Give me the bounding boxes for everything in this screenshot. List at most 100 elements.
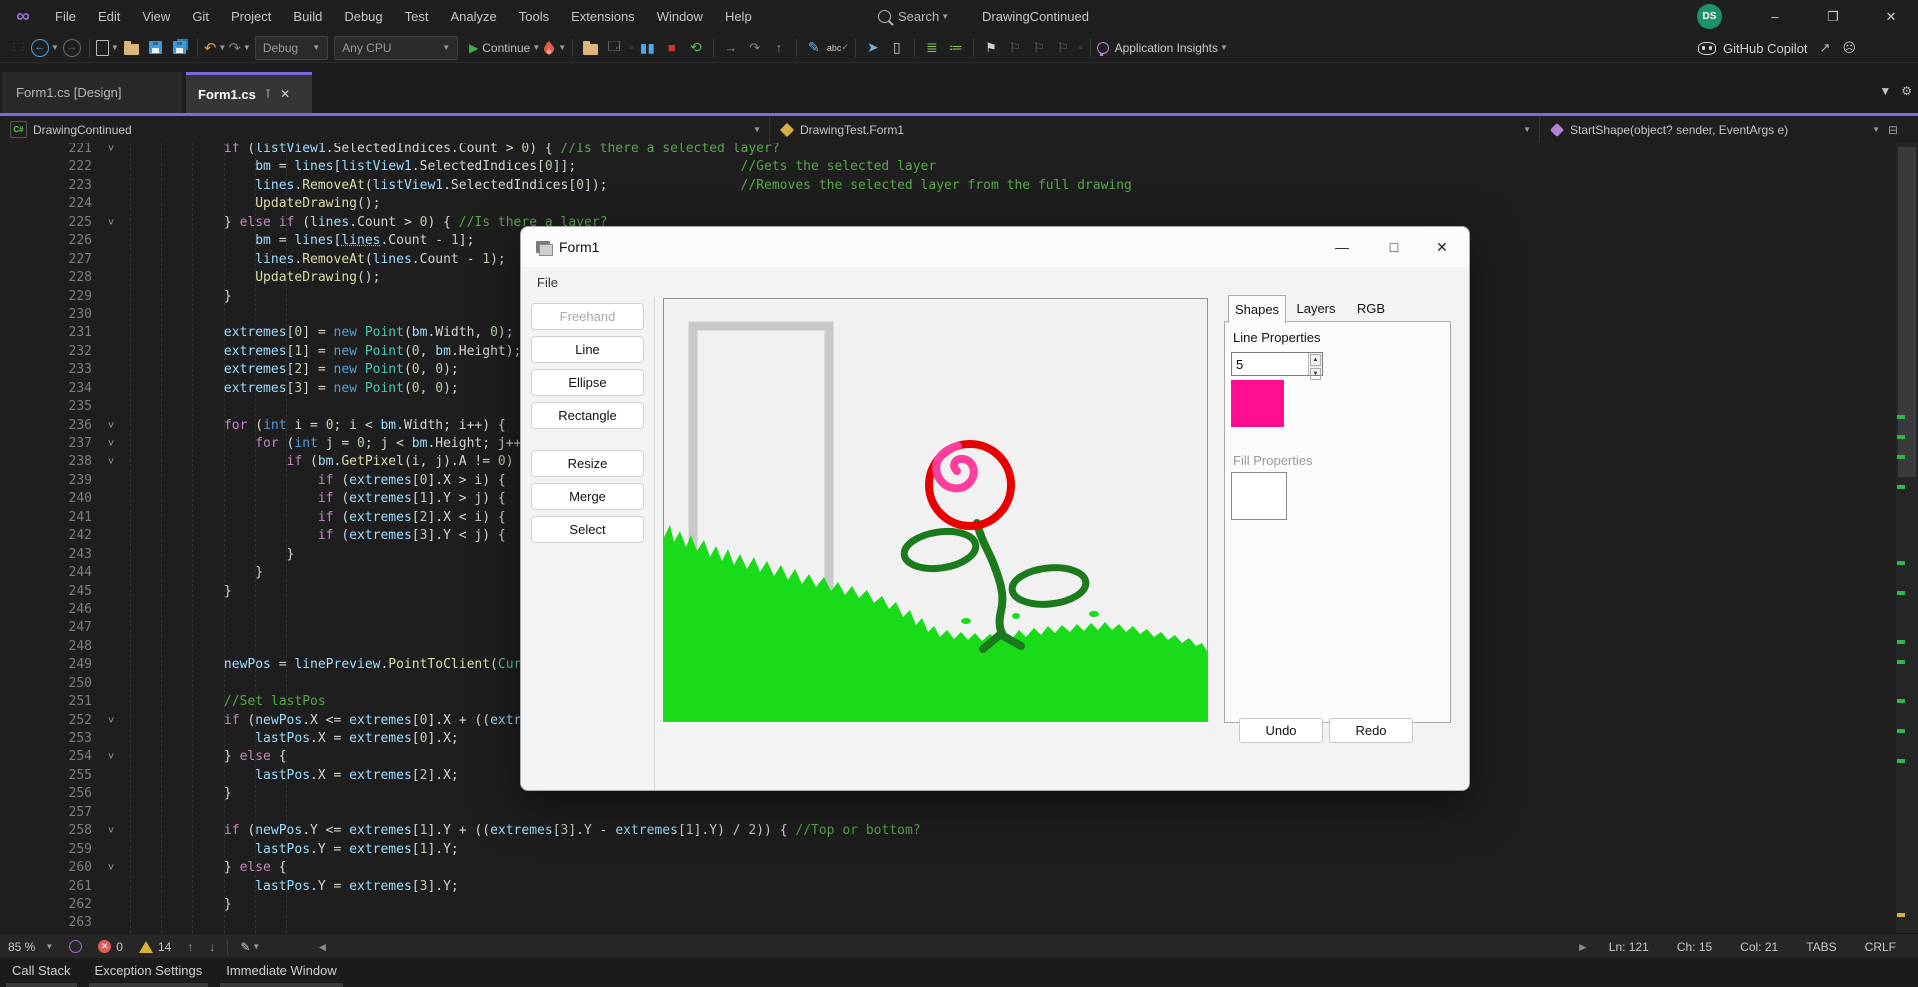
undo-button[interactable]: ↶▼ bbox=[204, 36, 227, 60]
application-insights-dropdown[interactable]: Application Insights▼ bbox=[1097, 36, 1228, 60]
undo-button-form[interactable]: Undo bbox=[1239, 718, 1323, 743]
bottom-tab-exception-settings[interactable]: Exception Settings bbox=[83, 963, 215, 978]
pause-button[interactable]: ▮▮ bbox=[637, 36, 659, 60]
prev-bookmark-icon[interactable]: ⚐ bbox=[1004, 36, 1026, 60]
restore-button[interactable]: ❐ bbox=[1811, 0, 1855, 33]
panel-tab-rgb[interactable]: RGB bbox=[1348, 295, 1394, 322]
fold-chevron-icon[interactable]: ˅ bbox=[92, 143, 130, 158]
code-line[interactable]: 262 } bbox=[0, 896, 1896, 914]
close-tab-icon[interactable]: ✕ bbox=[280, 87, 290, 101]
menu-test[interactable]: Test bbox=[394, 9, 440, 24]
menu-help[interactable]: Help bbox=[714, 9, 763, 24]
tabs-indicator[interactable]: TABS bbox=[1792, 934, 1850, 959]
fold-chevron-icon[interactable]: ˅ bbox=[92, 712, 130, 730]
code-line[interactable]: 222 bm = lines[listView1.SelectedIndices… bbox=[0, 158, 1896, 176]
fold-chevron-icon[interactable]: ˅ bbox=[92, 214, 130, 232]
code-line[interactable]: 261 lastPos.Y = extremes[3].Y; bbox=[0, 878, 1896, 896]
save-button[interactable] bbox=[145, 36, 167, 60]
solution-config-dropdown[interactable]: Debug▼ bbox=[255, 36, 328, 60]
open-file-button[interactable] bbox=[121, 36, 143, 60]
fold-chevron-icon[interactable]: ˅ bbox=[92, 453, 130, 471]
step-into-icon[interactable]: → bbox=[720, 36, 742, 60]
merge-tool-button[interactable]: Merge bbox=[531, 483, 644, 510]
close-button[interactable]: ✕ bbox=[1869, 0, 1913, 33]
menu-project[interactable]: Project bbox=[220, 9, 282, 24]
code-line[interactable]: 259 lastPos.Y = extremes[1].Y; bbox=[0, 841, 1896, 859]
editor-scrollbar[interactable] bbox=[1896, 143, 1918, 933]
expand-panel-icon[interactable]: ► bbox=[1577, 940, 1589, 954]
next-bookmark-icon[interactable]: ⚐ bbox=[1028, 36, 1050, 60]
hot-reload-icon[interactable]: ▼ bbox=[542, 36, 566, 60]
bottom-tab-immediate-window[interactable]: Immediate Window bbox=[214, 963, 349, 978]
menu-window[interactable]: Window bbox=[646, 9, 714, 24]
collapse-panel-icon[interactable]: ◄ bbox=[308, 934, 336, 959]
code-line[interactable]: 260˅ } else { bbox=[0, 859, 1896, 877]
tab-form1-cs[interactable]: Form1.cs ⊺ ✕ bbox=[186, 72, 312, 113]
share-icon[interactable]: ↗ bbox=[1820, 40, 1831, 56]
stop-button[interactable]: ■ bbox=[661, 36, 683, 60]
breadcrumb-project[interactable]: C# DrawingContinued▼ bbox=[0, 116, 770, 143]
warning-count[interactable]: 14 bbox=[131, 934, 179, 959]
split-editor-icon[interactable]: ⊟ bbox=[1888, 123, 1898, 137]
code-cleanup-status-icon[interactable]: ✎▼ bbox=[232, 934, 268, 959]
breadcrumb-member[interactable]: StartShape(object? sender, EventArgs e)▼ bbox=[1540, 116, 1888, 143]
menu-view[interactable]: View bbox=[131, 9, 181, 24]
code-line[interactable]: 223 lines.RemoveAt(listView1.SelectedInd… bbox=[0, 177, 1896, 195]
restart-button[interactable]: ⟲ bbox=[685, 36, 707, 60]
line-width-spinner[interactable]: ▲ ▼ bbox=[1231, 352, 1323, 376]
menu-edit[interactable]: Edit bbox=[87, 9, 131, 24]
form-menu-file[interactable]: File bbox=[521, 275, 574, 290]
copy-item-icon[interactable]: ▯ bbox=[886, 36, 908, 60]
ellipse-tool-button[interactable]: Ellipse bbox=[531, 369, 644, 396]
fold-chevron-icon[interactable]: ˅ bbox=[92, 822, 130, 840]
line-indicator[interactable]: Ln: 121 bbox=[1595, 934, 1663, 959]
menu-git[interactable]: Git bbox=[181, 9, 220, 24]
pin-icon[interactable]: ⊺ bbox=[265, 87, 271, 101]
freehand-tool-button[interactable]: Freehand bbox=[531, 303, 644, 330]
form-minimize-button[interactable]: — bbox=[1319, 227, 1365, 267]
code-line[interactable]: 258˅ if (newPos.Y <= extremes[1].Y + ((e… bbox=[0, 822, 1896, 840]
redo-button-form[interactable]: Redo bbox=[1329, 718, 1413, 743]
form-close-button[interactable]: ✕ bbox=[1419, 227, 1465, 267]
code-cleanup-icon[interactable]: ✎ bbox=[803, 36, 825, 60]
new-project-button[interactable]: ▼ bbox=[96, 36, 119, 60]
fill-color-swatch[interactable] bbox=[1231, 472, 1287, 520]
menu-tools[interactable]: Tools bbox=[508, 9, 560, 24]
zoom-dropdown[interactable]: 85 %▼ bbox=[0, 934, 61, 959]
fold-chevron-icon[interactable]: ˅ bbox=[92, 435, 130, 453]
navigate-back-button[interactable]: ←▼ bbox=[31, 36, 59, 60]
show-output-icon[interactable]: 🗔 bbox=[603, 36, 625, 60]
code-line[interactable]: 257 bbox=[0, 804, 1896, 822]
step-over-icon[interactable]: ↷ bbox=[744, 36, 766, 60]
code-line[interactable]: 221˅ if (listView1.SelectedIndices.Count… bbox=[0, 143, 1896, 158]
tab-list-chevron-icon[interactable]: ▼ bbox=[1879, 84, 1891, 98]
find-in-files-icon[interactable] bbox=[579, 36, 601, 60]
breadcrumb-type[interactable]: DrawingTest.Form1▼ bbox=[770, 116, 1540, 143]
github-copilot-button[interactable]: GitHub Copilot ↗ ☹ bbox=[1698, 33, 1856, 63]
navigate-forward-button[interactable]: → bbox=[61, 36, 83, 60]
form1-window[interactable]: Form1 — □ ✕ File FreehandLineEllipseRect… bbox=[520, 226, 1470, 791]
fold-chevron-icon[interactable]: ˅ bbox=[92, 417, 130, 435]
avatar[interactable]: DS bbox=[1697, 4, 1722, 29]
comment-lines-icon[interactable]: ≔ bbox=[945, 36, 967, 60]
next-issue-icon[interactable]: ↓ bbox=[201, 934, 223, 959]
platform-dropdown[interactable]: Any CPU▼ bbox=[334, 36, 458, 60]
code-line[interactable]: 263 bbox=[0, 914, 1896, 932]
tab-form1-design[interactable]: Form1.cs [Design] bbox=[2, 72, 182, 113]
menu-file[interactable]: File bbox=[44, 9, 87, 24]
line-color-swatch[interactable] bbox=[1231, 380, 1284, 427]
spinner-down-icon[interactable]: ▼ bbox=[1310, 368, 1321, 380]
rectangle-tool-button[interactable]: Rectangle bbox=[531, 402, 644, 429]
select-tool-icon[interactable]: ➤ bbox=[862, 36, 884, 60]
scrollbar-thumb[interactable] bbox=[1898, 147, 1916, 477]
form-maximize-button[interactable]: □ bbox=[1371, 227, 1417, 267]
fold-chevron-icon[interactable]: ˅ bbox=[92, 859, 130, 877]
clear-bookmarks-icon[interactable]: ⚐ bbox=[1052, 36, 1074, 60]
continue-button[interactable]: ▶ Continue▼ bbox=[469, 36, 540, 60]
prev-issue-icon[interactable]: ↑ bbox=[179, 934, 201, 959]
bookmark-icon[interactable]: ⚑ bbox=[980, 36, 1002, 60]
error-count[interactable]: ✕0 bbox=[90, 934, 131, 959]
feedback-icon[interactable]: ☹ bbox=[1842, 40, 1856, 56]
spell-check-icon[interactable]: abc✓ bbox=[827, 36, 849, 60]
drawing-canvas[interactable] bbox=[663, 298, 1208, 722]
